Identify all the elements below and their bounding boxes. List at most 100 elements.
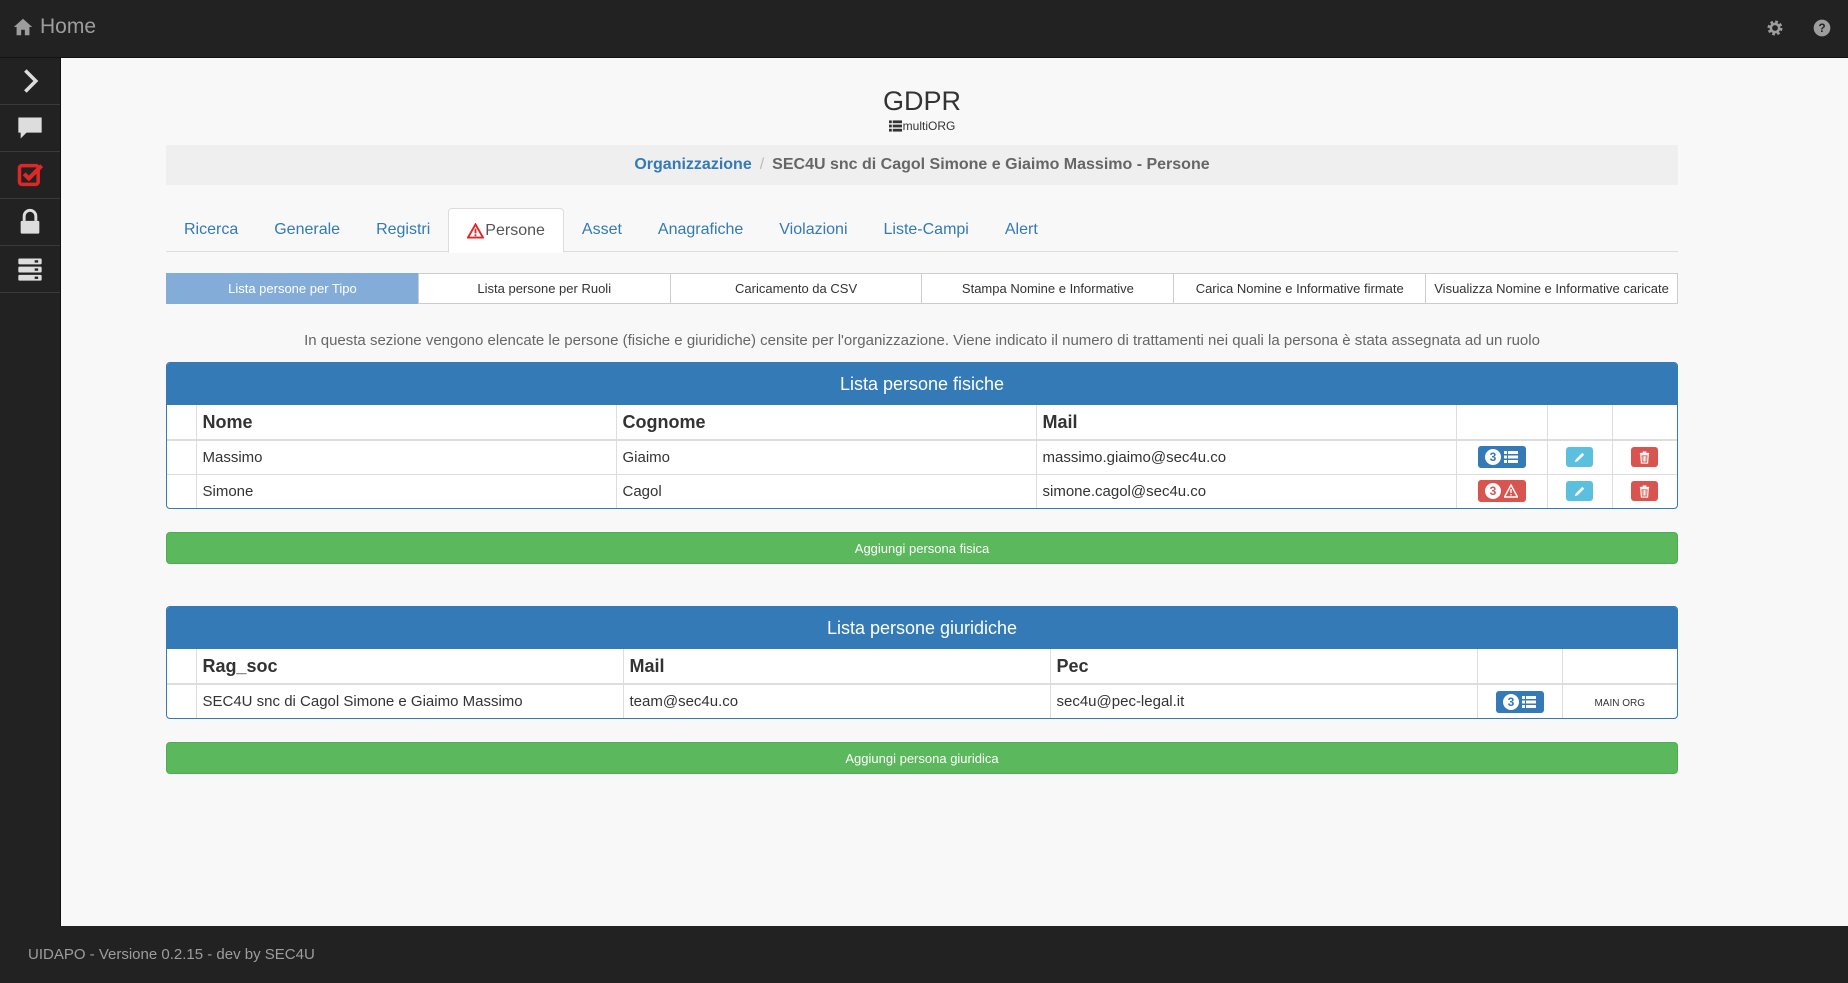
top-navbar: Home ? (0, 0, 1848, 58)
cell-cognome: Cagol (615, 473, 1036, 508)
column-header-actions (1476, 649, 1562, 685)
pencil-icon (1574, 452, 1585, 462)
sidebar-item-messages[interactable] (0, 105, 60, 152)
trash-icon (1640, 450, 1650, 464)
tab-alert[interactable]: Alert (987, 208, 1056, 252)
subtab-csv[interactable]: Caricamento da CSV (669, 273, 923, 304)
cell-mail: team@sec4u.co (622, 683, 1050, 718)
breadcrumb-link[interactable]: Organizzazione (634, 156, 751, 174)
column-header-cognome: Cognome (615, 405, 1036, 441)
page-subtitle: multiORG (62, 119, 1782, 133)
pencil-icon (1574, 486, 1585, 496)
sidebar-toggle[interactable] (0, 58, 60, 105)
column-header-edit (1546, 405, 1612, 441)
tab-generale[interactable]: Generale (256, 208, 358, 252)
home-link[interactable]: Home (12, 15, 96, 39)
trattamenti-warning-button[interactable]: 3 (1477, 480, 1526, 503)
table-persone-giuridiche: Rag_soc Mail Pec SEC4U snc di Cagol Simo… (167, 649, 1677, 718)
tab-anagrafiche[interactable]: Anagrafiche (640, 208, 761, 252)
panel-title: Lista persone giuridiche (167, 607, 1677, 649)
column-header-tag (1561, 649, 1677, 685)
tab-asset[interactable]: Asset (564, 208, 640, 252)
column-header-empty (167, 405, 196, 441)
column-header-actions (1455, 405, 1547, 441)
sidebar-item-tasks[interactable] (0, 152, 60, 199)
panel-title: Lista persone fisiche (167, 363, 1677, 405)
delete-button[interactable] (1631, 481, 1659, 501)
cell-edit (1546, 439, 1612, 474)
server-icon (18, 258, 42, 281)
tab-registri[interactable]: Registri (358, 208, 448, 252)
column-header-delete (1611, 405, 1677, 441)
cell-mail: simone.cagol@sec4u.co (1035, 473, 1456, 508)
gear-icon[interactable] (1765, 18, 1785, 38)
cell-cognome: Giaimo (615, 439, 1036, 474)
cell-delete (1611, 439, 1677, 474)
list-icon (1522, 695, 1536, 708)
home-icon (13, 18, 33, 36)
subtab-per-tipo[interactable]: Lista persone per Tipo (166, 273, 419, 304)
breadcrumb-separator: / (759, 156, 765, 173)
add-persona-fisica-button[interactable]: Aggiungi persona fisica (166, 532, 1678, 564)
main-tabs: Ricerca Generale Registri Persone Asset … (166, 208, 1678, 253)
list-icon (1504, 451, 1518, 464)
table-persone-fisiche: Nome Cognome Mail Massimo Giaimo massimo… (167, 405, 1677, 508)
trattamenti-button[interactable]: 3 (1495, 690, 1544, 713)
delete-button[interactable] (1631, 447, 1659, 467)
table-row: SEC4U snc di Cagol Simone e Giaimo Massi… (167, 683, 1677, 718)
breadcrumb-current: SEC4U snc di Cagol Simone e Giaimo Massi… (772, 156, 1210, 173)
cell-trattamenti: 3 (1455, 439, 1547, 474)
breadcrumb: Organizzazione / SEC4U snc di Cagol Simo… (166, 145, 1678, 185)
tab-persone[interactable]: Persone (448, 208, 564, 253)
sidebar-item-servers[interactable] (0, 246, 60, 293)
home-label: Home (40, 15, 97, 38)
panel-persone-fisiche: Lista persone fisiche Nome Cognome Mail … (166, 362, 1678, 509)
sidebar (0, 58, 61, 926)
row-spacer (167, 439, 196, 474)
add-persona-giuridica-button[interactable]: Aggiungi persona giuridica (166, 742, 1678, 774)
edit-button[interactable] (1566, 447, 1593, 467)
subtab-visualizza[interactable]: Visualizza Nomine e Informative caricate (1425, 273, 1678, 304)
row-spacer (167, 473, 196, 508)
sub-tabs: Lista persone per Tipo Lista persone per… (166, 273, 1678, 304)
cell-nome: Simone (195, 473, 616, 508)
section-description: In questa sezione vengono elencate le pe… (304, 332, 1540, 349)
subtab-carica[interactable]: Carica Nomine e Informative firmate (1173, 273, 1427, 304)
cell-mail: massimo.giaimo@sec4u.co (1035, 439, 1456, 474)
tab-ricerca[interactable]: Ricerca (166, 208, 256, 252)
sidebar-item-security[interactable] (0, 199, 60, 246)
subtab-per-ruoli[interactable]: Lista persone per Ruoli (417, 273, 671, 304)
cell-edit (1546, 473, 1612, 508)
tab-persone-label: Persone (485, 221, 545, 239)
lock-icon (20, 208, 40, 234)
cell-delete (1611, 473, 1677, 508)
cell-trattamenti: 3 (1476, 683, 1562, 718)
warning-icon (467, 222, 485, 239)
chevron-right-icon (24, 69, 39, 93)
trattamenti-button[interactable]: 3 (1477, 446, 1526, 469)
check-square-icon (17, 163, 44, 187)
table-row: Massimo Giaimo massimo.giaimo@sec4u.co 3 (167, 439, 1677, 474)
edit-button[interactable] (1566, 481, 1593, 501)
cell-pec: sec4u@pec-legal.it (1049, 683, 1477, 718)
subtab-stampa[interactable]: Stampa Nomine e Informative (921, 273, 1175, 304)
table-row: Simone Cagol simone.cagol@sec4u.co 3 (167, 473, 1677, 508)
tab-violazioni[interactable]: Violazioni (761, 208, 865, 252)
help-icon[interactable]: ? (1812, 18, 1832, 38)
column-header-mail: Mail (622, 649, 1050, 685)
cell-tag: MAIN ORG (1561, 683, 1677, 718)
row-spacer (167, 683, 196, 718)
cell-nome: Massimo (195, 439, 616, 474)
cell-trattamenti: 3 (1455, 473, 1547, 508)
subtitle-label: multiORG (902, 119, 956, 133)
svg-text:?: ? (1818, 22, 1825, 35)
comment-icon (18, 117, 42, 139)
list-icon (888, 120, 902, 132)
column-header-rag-soc: Rag_soc (195, 649, 623, 685)
column-header-empty (167, 649, 196, 685)
trash-icon (1640, 484, 1650, 498)
tab-liste-campi[interactable]: Liste-Campi (866, 208, 987, 252)
column-header-mail: Mail (1035, 405, 1456, 441)
main-content: GDPR multiORG Organizzazione / SEC4U snc… (62, 59, 1848, 926)
trattamenti-count: 3 (1485, 449, 1501, 466)
